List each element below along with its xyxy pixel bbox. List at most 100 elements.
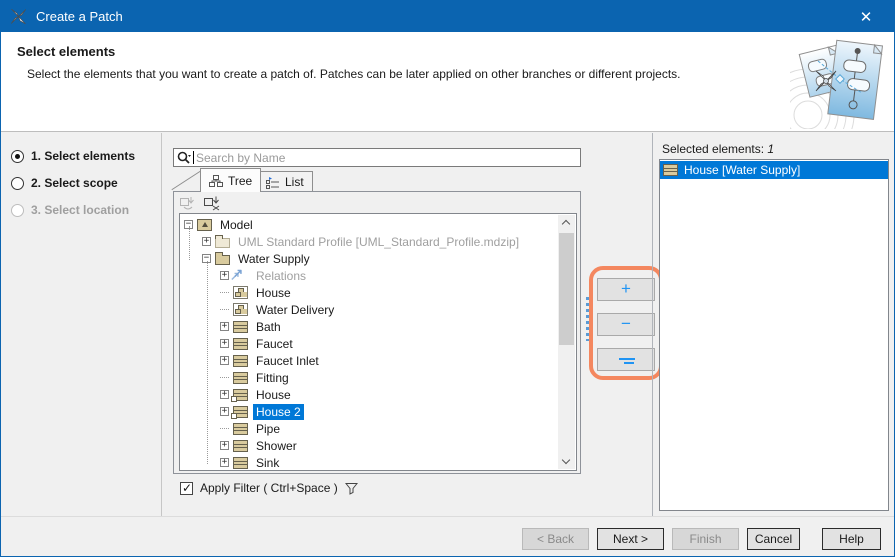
window-title: Create a Patch xyxy=(36,9,123,24)
selected-elements-list[interactable]: House [Water Supply] xyxy=(659,159,889,511)
close-button[interactable]: ✕ xyxy=(844,1,888,32)
expand-icon[interactable]: + xyxy=(220,441,229,450)
step-select-location: 3. Select location xyxy=(11,203,129,217)
tree-item[interactable]: +House xyxy=(181,386,558,403)
wizard-header: Select elements Select the elements that… xyxy=(1,32,894,132)
back-button: < Back xyxy=(522,528,589,550)
tree-item[interactable]: + Faucet Inlet xyxy=(181,352,558,369)
selected-element-row[interactable]: House [Water Supply] xyxy=(660,161,888,179)
tree-item[interactable]: Water Delivery xyxy=(181,301,558,318)
tree-guide-line xyxy=(189,226,190,260)
apply-filter-label: Apply Filter ( Ctrl+Space ) xyxy=(200,481,338,495)
create-patch-dialog: Create a Patch ✕ Select elements Select … xyxy=(0,0,895,557)
step-label: 1. Select elements xyxy=(31,149,135,163)
titlebar[interactable]: Create a Patch ✕ xyxy=(1,1,894,32)
tree-item-label: House xyxy=(253,285,294,301)
remove-all-button[interactable] xyxy=(597,348,655,371)
tree-item-label: Relations xyxy=(253,268,309,284)
tree-item[interactable]: + Sink xyxy=(181,454,558,469)
tree-guide-line xyxy=(207,261,208,464)
footer-bar: < Back Next > Finish Cancel Help xyxy=(1,516,894,556)
tree-line xyxy=(220,428,229,429)
expand-icon[interactable]: + xyxy=(220,356,229,365)
diagram-icon xyxy=(233,286,248,299)
model-icon xyxy=(197,219,212,231)
step-select-elements[interactable]: 1. Select elements xyxy=(11,149,135,163)
tree-item-label: Faucet Inlet xyxy=(253,353,322,369)
expand-icon[interactable]: + xyxy=(220,322,229,331)
filter-funnel-icon[interactable] xyxy=(345,482,358,495)
patch-illustration-icon xyxy=(790,35,892,129)
expand-icon[interactable]: + xyxy=(202,237,211,246)
select-in-containment-tree-icon[interactable] xyxy=(204,196,220,211)
tree-item-label: UML Standard Profile [UML_Standard_Profi… xyxy=(235,234,522,250)
radio-disabled-icon xyxy=(11,204,24,217)
tab-tree[interactable]: Tree xyxy=(200,168,261,192)
cls-icon xyxy=(233,321,248,333)
selected-elements-text: Selected elements: xyxy=(662,142,764,156)
tree-item-label: Fitting xyxy=(253,370,292,386)
help-button[interactable]: Help xyxy=(822,528,881,550)
expand-icon[interactable]: + xyxy=(220,271,229,280)
scrollbar-thumb[interactable] xyxy=(559,233,574,345)
cls-icon xyxy=(233,355,248,367)
radio-icon[interactable] xyxy=(11,177,24,190)
cls-icon xyxy=(233,338,248,350)
expand-icon[interactable]: + xyxy=(220,458,229,467)
tree-item[interactable]: + Shower xyxy=(181,437,558,454)
tree-item[interactable]: +Faucet xyxy=(181,335,558,352)
cls-icon xyxy=(233,372,248,384)
tree-line xyxy=(220,309,229,310)
tree-item[interactable]: −Model xyxy=(181,216,558,233)
tab-diagonal-line xyxy=(171,171,200,190)
tree-item[interactable]: +House 2 xyxy=(181,403,558,420)
page-description: Select the elements that you want to cre… xyxy=(27,67,727,81)
tree-item-label: Shower xyxy=(253,438,300,454)
scroll-up-icon[interactable] xyxy=(562,220,570,228)
selected-elements-label: Selected elements: 1 xyxy=(662,142,774,156)
scroll-down-icon[interactable] xyxy=(562,456,570,464)
expand-icon[interactable]: + xyxy=(220,339,229,348)
diagram-icon xyxy=(233,303,248,316)
tree-line xyxy=(220,292,229,293)
element-tree: −Model + UML Standard Profile [UML_Standar… xyxy=(179,213,577,471)
folder-icon xyxy=(215,255,230,265)
tree-item[interactable]: + Relations xyxy=(181,267,558,284)
search-box[interactable] xyxy=(173,148,581,167)
tree-rows: −Model + UML Standard Profile [UML_Standar… xyxy=(181,215,558,469)
tree-item-label: Pipe xyxy=(253,421,283,437)
step-label: 2. Select scope xyxy=(31,176,118,190)
cls-icon xyxy=(233,423,248,435)
tree-item[interactable]: Pipe xyxy=(181,420,558,437)
cls-sub-icon xyxy=(233,406,248,418)
wizard-steps: 1. Select elements 2. Select scope 3. Se… xyxy=(1,133,162,517)
next-button[interactable]: Next > xyxy=(597,528,664,550)
tab-list[interactable]: List xyxy=(257,171,313,192)
apply-filter-row[interactable]: Apply Filter ( Ctrl+Space ) xyxy=(180,481,358,495)
tree-item[interactable]: Fitting xyxy=(181,369,558,386)
cls-sub-icon xyxy=(233,389,248,401)
search-icon[interactable] xyxy=(176,150,192,166)
panel-divider xyxy=(652,133,653,517)
tree-item[interactable]: + Bath xyxy=(181,318,558,335)
expand-icon[interactable]: + xyxy=(220,407,229,416)
expand-icon[interactable]: + xyxy=(220,390,229,399)
step-select-scope[interactable]: 2. Select scope xyxy=(11,176,118,190)
remove-button[interactable]: − xyxy=(597,313,655,336)
select-in-tree-icon xyxy=(180,196,196,211)
tree-scrollbar[interactable] xyxy=(558,215,575,469)
tree-item-label: Bath xyxy=(253,319,284,335)
tab-label: Tree xyxy=(228,174,252,188)
apply-filter-checkbox[interactable] xyxy=(180,482,193,495)
tree-item[interactable]: −Water Supply xyxy=(181,250,558,267)
add-button[interactable]: + xyxy=(597,278,655,301)
list-tab-icon xyxy=(266,176,280,189)
cancel-button[interactable]: Cancel xyxy=(747,528,800,550)
tree-item-label: Sink xyxy=(253,455,282,470)
tree-item[interactable]: House xyxy=(181,284,558,301)
radio-selected-icon[interactable] xyxy=(11,150,24,163)
step-label: 3. Select location xyxy=(31,203,129,217)
tree-item-label: Water Delivery xyxy=(253,302,337,318)
search-input[interactable] xyxy=(194,151,580,165)
tree-item[interactable]: + UML Standard Profile [UML_Standard_Prof… xyxy=(181,233,558,250)
